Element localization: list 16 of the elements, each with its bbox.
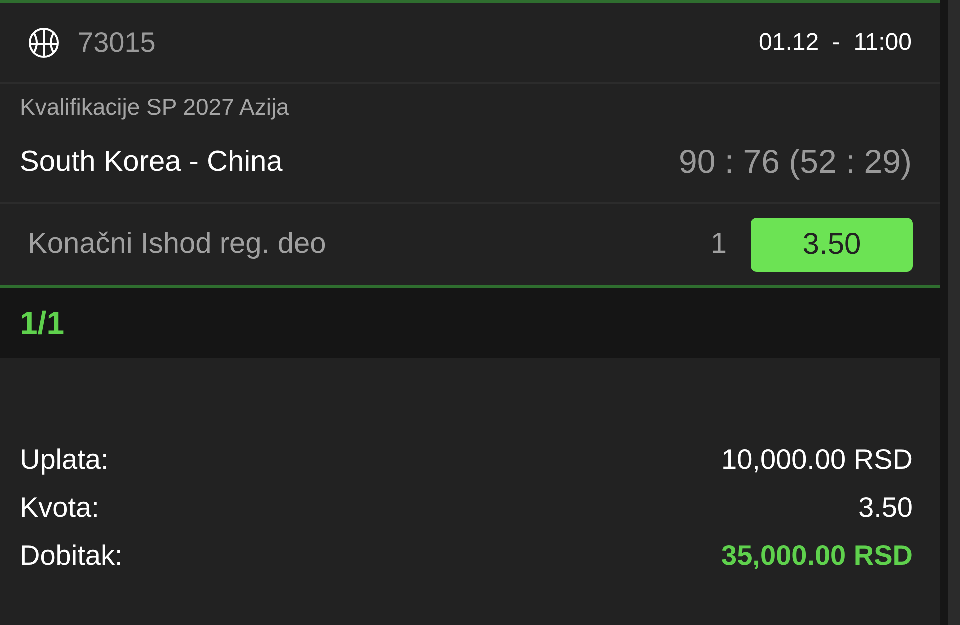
summary-value: 35,000.00 RSD [722,540,913,572]
odds-button[interactable]: 3.50 [751,218,913,272]
match-score: 90 : 76 (52 : 29) [679,143,912,181]
market-name: Konačni Ishod reg. deo [28,228,326,261]
pick-label: 1 [710,228,727,261]
league-name: Kvalifikacije SP 2027 Azija [20,94,290,121]
event-code: 73015 [78,26,156,58]
basketball-icon [28,26,60,58]
summary-value: 3.50 [858,492,913,524]
summary-label: Uplata: [20,444,109,476]
combination-label: 1/1 [20,304,64,342]
summary-label: Kvota: [20,492,100,524]
event-datetime: 01.12 - 11:00 [759,28,912,56]
match-teams: South Korea - China [20,146,283,178]
summary-value: 10,000.00 RSD [722,444,913,476]
summary-label: Dobitak: [20,540,123,572]
